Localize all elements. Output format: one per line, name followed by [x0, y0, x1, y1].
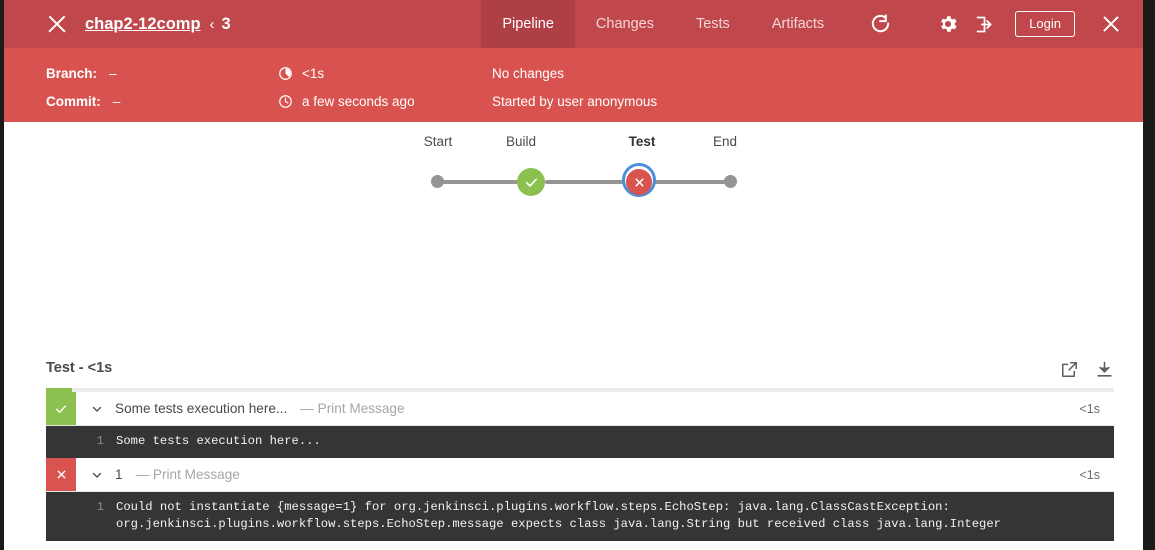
stage-node-end[interactable] — [724, 175, 737, 188]
run-tabs: Pipeline Changes Tests Artifacts — [481, 0, 845, 48]
console-line-number: 1 — [46, 499, 116, 516]
close-run-icon[interactable] — [46, 13, 68, 35]
branch-value: – — [109, 66, 117, 81]
step-log-section: Test - <1s — [46, 360, 1114, 541]
console-line: 1 Could not instantiate {message=1} for … — [46, 499, 1114, 516]
duration-value: <1s — [302, 66, 324, 81]
step-duration: <1s — [1079, 458, 1114, 491]
step-status-success-icon — [46, 392, 76, 425]
stage-label-build[interactable]: Build — [491, 134, 551, 149]
step-console-output[interactable]: 1 Could not instantiate {message=1} for … — [46, 492, 1114, 541]
run-number: 3 — [222, 15, 231, 34]
tab-tests[interactable]: Tests — [675, 0, 751, 48]
stage-node-start[interactable] — [431, 175, 444, 188]
gear-icon[interactable] — [931, 0, 965, 48]
pipeline-graph-area: Start Build Test End — [4, 122, 1143, 360]
tab-pipeline[interactable]: Pipeline — [481, 0, 575, 48]
time-ago-value: a few seconds ago — [302, 94, 415, 109]
stage-label-test[interactable]: Test — [612, 134, 672, 149]
console-line-text: org.jenkinsci.plugins.workflow.steps.Ech… — [116, 516, 1001, 533]
close-page-icon[interactable] — [1101, 14, 1121, 34]
console-line: 1 Some tests execution here... — [46, 433, 1114, 450]
commit-cell: Commit: – — [46, 94, 277, 109]
run-header: chap2-12comp ‹ 3 Pipeline Changes Tests … — [4, 0, 1143, 48]
branch-cell: Branch: – — [46, 66, 277, 81]
step-main[interactable]: 1 — Print Message — [76, 458, 1079, 491]
job-name-link[interactable]: chap2-12comp — [85, 15, 201, 34]
run-header-actions: Login — [845, 0, 1143, 48]
cause-value: Started by user anonymous — [492, 94, 657, 109]
open-in-new-window-icon[interactable] — [1060, 360, 1079, 379]
log-tools — [1060, 360, 1114, 379]
console-line-text: Could not instantiate {message=1} for or… — [116, 499, 950, 516]
commit-label: Commit: — [46, 94, 101, 109]
login-button[interactable]: Login — [1015, 11, 1075, 37]
changes-value: No changes — [492, 66, 564, 81]
tab-changes[interactable]: Changes — [575, 0, 675, 48]
metadata-row-commit: Commit: – a few seconds ago Started by u… — [46, 87, 1143, 115]
branch-label: Branch: — [46, 66, 97, 81]
step-title: 1 — [115, 467, 123, 482]
commit-value: – — [113, 94, 121, 109]
metadata-row-branch: Branch: – <1s No changes — [46, 59, 1143, 87]
log-progress-track — [46, 388, 1114, 392]
changes-cell: No changes — [492, 66, 564, 81]
log-progress-fill — [46, 388, 72, 392]
stage-label-end[interactable]: End — [695, 134, 755, 149]
chevron-down-icon[interactable] — [90, 468, 103, 481]
stage-node-test[interactable] — [626, 169, 652, 195]
breadcrumb-separator-icon: ‹ — [210, 16, 215, 33]
download-log-icon[interactable] — [1095, 360, 1114, 379]
step-row[interactable]: Some tests execution here... — Print Mes… — [46, 392, 1114, 426]
step-list: Some tests execution here... — Print Mes… — [46, 392, 1114, 541]
run-header-left: chap2-12comp ‹ 3 — [4, 0, 231, 48]
time-cell: a few seconds ago — [277, 93, 492, 109]
stage-label-start[interactable]: Start — [408, 134, 468, 149]
console-line-text: Some tests execution here... — [116, 433, 321, 450]
run-metadata-bar: Branch: – <1s No changes Commit: – — [4, 48, 1143, 122]
clock-icon — [277, 93, 293, 109]
step-duration: <1s — [1079, 392, 1114, 425]
step-subtitle: — Print Message — [300, 401, 404, 416]
step-row[interactable]: 1 — Print Message <1s — [46, 458, 1114, 492]
pipeline-graph: Start Build Test End — [414, 134, 754, 204]
duration-cell: <1s — [277, 65, 492, 81]
replay-icon[interactable] — [859, 0, 901, 48]
console-line-number: 1 — [46, 433, 116, 450]
tab-artifacts[interactable]: Artifacts — [751, 0, 845, 48]
step-status-failure-icon — [46, 458, 76, 491]
step-console-output[interactable]: 1 Some tests execution here... — [46, 426, 1114, 458]
blue-ocean-run-page: chap2-12comp ‹ 3 Pipeline Changes Tests … — [4, 0, 1143, 550]
logout-icon[interactable] — [969, 0, 999, 48]
log-title: Test - <1s — [46, 360, 112, 376]
chevron-down-icon[interactable] — [90, 402, 103, 415]
step-title: Some tests execution here... — [115, 401, 287, 416]
log-header: Test - <1s — [46, 360, 1114, 388]
step-main[interactable]: Some tests execution here... — Print Mes… — [76, 392, 1079, 425]
console-line: org.jenkinsci.plugins.workflow.steps.Ech… — [46, 516, 1114, 533]
step-subtitle: — Print Message — [136, 467, 240, 482]
stage-node-build[interactable] — [517, 168, 545, 196]
duration-icon — [277, 65, 293, 81]
cause-cell: Started by user anonymous — [492, 94, 657, 109]
